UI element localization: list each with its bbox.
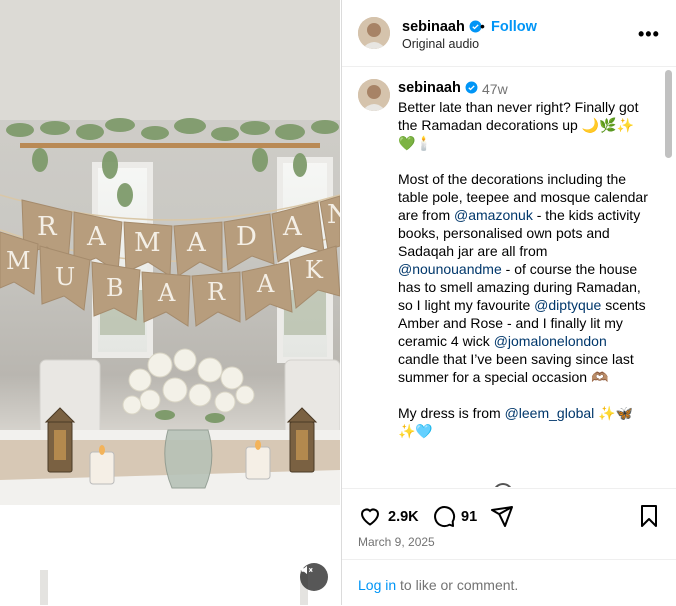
login-link[interactable]: Log in [358, 577, 396, 593]
username[interactable]: sebinaah [402, 19, 482, 35]
loading-spinner [493, 483, 513, 487]
caption-text: Better late than never right? Finally go… [398, 98, 650, 440]
banner-letter: R [207, 278, 226, 306]
comment-count[interactable]: 91 [461, 509, 477, 525]
audio-label[interactable]: Original audio [402, 37, 479, 51]
mention-link[interactable]: @nounouandme [398, 261, 502, 277]
comment-icon[interactable] [432, 504, 456, 528]
banner-letter: A [87, 222, 106, 252]
follow-button[interactable]: Follow [491, 19, 537, 35]
mute-button[interactable] [300, 563, 328, 591]
mention-link[interactable]: @jomalonelondon [494, 333, 607, 349]
username-text[interactable]: sebinaah [398, 80, 461, 96]
more-options-button[interactable]: ••• [638, 24, 660, 45]
banner-letter: U [55, 263, 76, 291]
banner-letter: D [236, 222, 257, 252]
banner-letter: A [158, 279, 176, 307]
comments-scroll-area[interactable]: sebinaah 47w Better late than never righ… [342, 67, 676, 487]
post-header: sebinaah • Follow Original audio ••• [342, 0, 676, 67]
username-text[interactable]: sebinaah [402, 19, 465, 35]
scrollbar[interactable] [665, 70, 672, 158]
heart-icon[interactable] [358, 504, 382, 528]
banner-letter: N [327, 200, 340, 230]
mention-link[interactable]: @leem_global [505, 405, 595, 421]
caption-username[interactable]: sebinaah [398, 80, 478, 96]
banner-letter: A [187, 228, 206, 258]
login-text: Log in to like or comment. [358, 577, 518, 593]
login-prompt: Log in to like or comment. [342, 559, 676, 606]
login-rest: to like or comment. [396, 577, 519, 593]
verified-badge-icon [465, 81, 478, 94]
avatar[interactable] [358, 79, 390, 111]
profile-photo [358, 17, 390, 49]
share-icon[interactable] [490, 504, 514, 528]
bookmark-icon[interactable] [637, 504, 661, 528]
banner-letter: A [257, 270, 275, 298]
banner-letter: B [106, 274, 124, 302]
post-age[interactable]: 47w [482, 81, 508, 97]
banner-letter: M [134, 228, 161, 258]
banner-letter: M [6, 247, 31, 275]
profile-photo [358, 79, 390, 111]
post-media[interactable]: R A M A D A N M U B A R A K [0, 0, 340, 605]
mention-link[interactable]: @diptyque [534, 297, 601, 313]
post-panel: sebinaah • Follow Original audio ••• seb… [341, 0, 676, 605]
avatar[interactable] [358, 17, 390, 49]
post-date[interactable]: March 9, 2025 [358, 535, 435, 549]
like-count[interactable]: 2.9K [388, 509, 419, 525]
banner-letter: K [305, 256, 323, 284]
muted-speaker-icon [301, 565, 313, 575]
caption-segment: Better late than never right? Finally go… [398, 99, 648, 223]
banner-letter: R [37, 212, 57, 242]
separator-dot: • [480, 18, 485, 34]
mention-link[interactable]: @amazonuk [454, 207, 533, 223]
banner-letter: A [283, 212, 302, 242]
